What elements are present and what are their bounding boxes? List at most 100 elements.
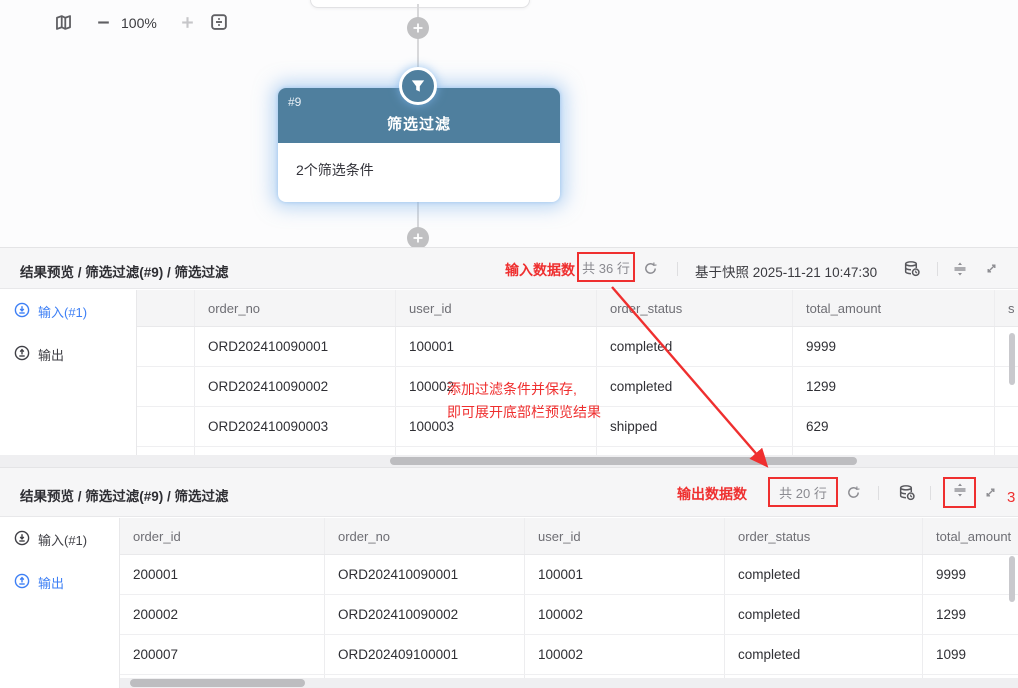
- filter-node[interactable]: #9 筛选过滤 2个筛选条件: [278, 88, 560, 202]
- sidebar-item-label: 输出: [38, 573, 64, 592]
- input-preview-table: order_nouser_idorder_statustotal_amounts…: [137, 290, 1018, 455]
- column-header: order_no: [325, 518, 525, 554]
- snapshot-database-icon[interactable]: [903, 260, 920, 282]
- table-cell: completed: [725, 635, 923, 674]
- panel-resize-icon[interactable]: [952, 482, 968, 503]
- divider: [878, 486, 879, 500]
- upstream-node-partial[interactable]: [310, 0, 530, 8]
- output-preview-table: order_idorder_nouser_idorder_statustotal…: [120, 518, 1018, 688]
- h-scrollbar-thumb[interactable]: [390, 457, 857, 465]
- annotation-box-resize-icon: [943, 477, 976, 508]
- divider: [937, 262, 938, 276]
- breadcrumb: 结果预览 / 筛选过滤(#9) / 筛选过滤: [20, 261, 229, 281]
- table-row: 200007ORD202409100001100002completed1099: [120, 635, 1018, 675]
- table-cell: 100002: [396, 367, 597, 406]
- sidebar-item-input[interactable]: 输入(#1): [0, 290, 136, 333]
- divider: [930, 486, 931, 500]
- column-header: order_id: [120, 518, 325, 554]
- table-cell: 1099: [923, 635, 1018, 674]
- table-cell: [137, 367, 195, 406]
- zoom-in-icon[interactable]: [179, 14, 196, 36]
- table-cell: [995, 447, 1018, 455]
- v-scrollbar-thumb[interactable]: [1009, 333, 1015, 385]
- fit-view-icon[interactable]: [209, 12, 229, 37]
- sidebar-item-label: 输出: [38, 345, 64, 364]
- node-subtitle: 2个筛选条件: [278, 143, 560, 202]
- table-cell: 9999: [923, 555, 1018, 594]
- node-id-badge: #9: [288, 95, 301, 109]
- table-cell: ORD202409100001: [325, 635, 525, 674]
- table-header-row: order_idorder_nouser_idorder_statustotal…: [120, 518, 1018, 555]
- table-row: ORD202410090003100003shipped629: [137, 407, 1018, 447]
- sidebar-item-label: 输入(#1): [38, 530, 87, 549]
- zoom-level: 100%: [121, 15, 157, 31]
- preview-io-sidebar-1: 输入(#1) 输出: [0, 290, 137, 455]
- table-row: 200001ORD202410090001100001completed9999: [120, 555, 1018, 595]
- table-row: 200002ORD202410090002100002completed1299: [120, 595, 1018, 635]
- v-scrollbar-thumb[interactable]: [1009, 556, 1015, 602]
- sidebar-item-output[interactable]: 输出: [0, 561, 119, 604]
- column-header: total_amount: [923, 518, 1018, 554]
- table-cell: 200007: [120, 635, 325, 674]
- zoom-out-icon[interactable]: [95, 14, 112, 36]
- column-header: order_no: [195, 290, 396, 326]
- input-count-annotation-label: 输入数据数: [505, 260, 575, 280]
- column-header: [137, 290, 195, 326]
- output-icon: [14, 573, 30, 592]
- table-cell: [137, 407, 195, 446]
- expand-panel-icon[interactable]: [983, 485, 998, 505]
- result-preview-panel-1-header: 结果预览 / 筛选过滤(#9) / 筛选过滤 输入数据数 共 36 行 基于快照…: [0, 247, 1018, 289]
- table-cell: shipped: [597, 407, 793, 446]
- snapshot-database-icon[interactable]: [898, 484, 915, 506]
- table-cell: [195, 447, 396, 455]
- add-node-button-top[interactable]: [407, 17, 429, 39]
- table-cell: ORD202410090003: [195, 407, 396, 446]
- flow-canvas[interactable]: 100% #9 筛选过滤 2个筛选条件: [0, 0, 1018, 247]
- result-preview-panel-2-header: 结果预览 / 筛选过滤(#9) / 筛选过滤 输出数据数 共 20 行: [0, 467, 1018, 517]
- table-cell: ORD202410090001: [195, 327, 396, 366]
- table-cell: completed: [725, 595, 923, 634]
- table-cell: 100002: [525, 635, 725, 674]
- column-header: user_id: [525, 518, 725, 554]
- table-cell: completed: [597, 327, 793, 366]
- table-cell: 1299: [793, 367, 995, 406]
- breadcrumb: 结果预览 / 筛选过滤(#9) / 筛选过滤: [20, 485, 229, 505]
- panel-resize-icon[interactable]: [952, 261, 968, 282]
- column-header: s: [995, 290, 1018, 326]
- output-icon: [14, 345, 30, 364]
- input-icon: [14, 530, 30, 549]
- table-cell: ORD202410090002: [325, 595, 525, 634]
- input-row-count: 共 36 行: [577, 252, 635, 282]
- table-cell: 1299: [923, 595, 1018, 634]
- table-cell: [137, 327, 195, 366]
- table-cell: 100001: [525, 555, 725, 594]
- sidebar-item-output[interactable]: 输出: [0, 333, 136, 376]
- snapshot-timestamp: 基于快照 2025-11-21 10:47:30: [695, 261, 877, 281]
- table-cell: ORD202410090002: [195, 367, 396, 406]
- table-row: [137, 447, 1018, 455]
- table-cell: 100002: [525, 595, 725, 634]
- expand-panel-icon[interactable]: [984, 261, 999, 281]
- table-cell: 100003: [396, 407, 597, 446]
- table-cell: [793, 447, 995, 455]
- sidebar-item-input[interactable]: 输入(#1): [0, 518, 119, 561]
- column-header: order_status: [597, 290, 793, 326]
- add-node-button-bottom[interactable]: [407, 227, 429, 249]
- table-cell: [597, 447, 793, 455]
- minimap-icon[interactable]: [54, 13, 73, 37]
- column-header: user_id: [396, 290, 597, 326]
- table-row: ORD202410090002100002completed1299: [137, 367, 1018, 407]
- refresh-icon[interactable]: [846, 485, 861, 505]
- sidebar-item-label: 输入(#1): [38, 302, 87, 321]
- table-cell: 200001: [120, 555, 325, 594]
- table-cell: 100001: [396, 327, 597, 366]
- table-cell: [995, 407, 1018, 446]
- table-cell: completed: [597, 367, 793, 406]
- table-cell: ORD202410090001: [325, 555, 525, 594]
- divider: [677, 262, 678, 276]
- refresh-icon[interactable]: [643, 261, 658, 281]
- table-header-row: order_nouser_idorder_statustotal_amounts: [137, 290, 1018, 327]
- h-scrollbar-thumb[interactable]: [130, 679, 305, 687]
- table-cell: 200002: [120, 595, 325, 634]
- filter-icon: [399, 67, 437, 105]
